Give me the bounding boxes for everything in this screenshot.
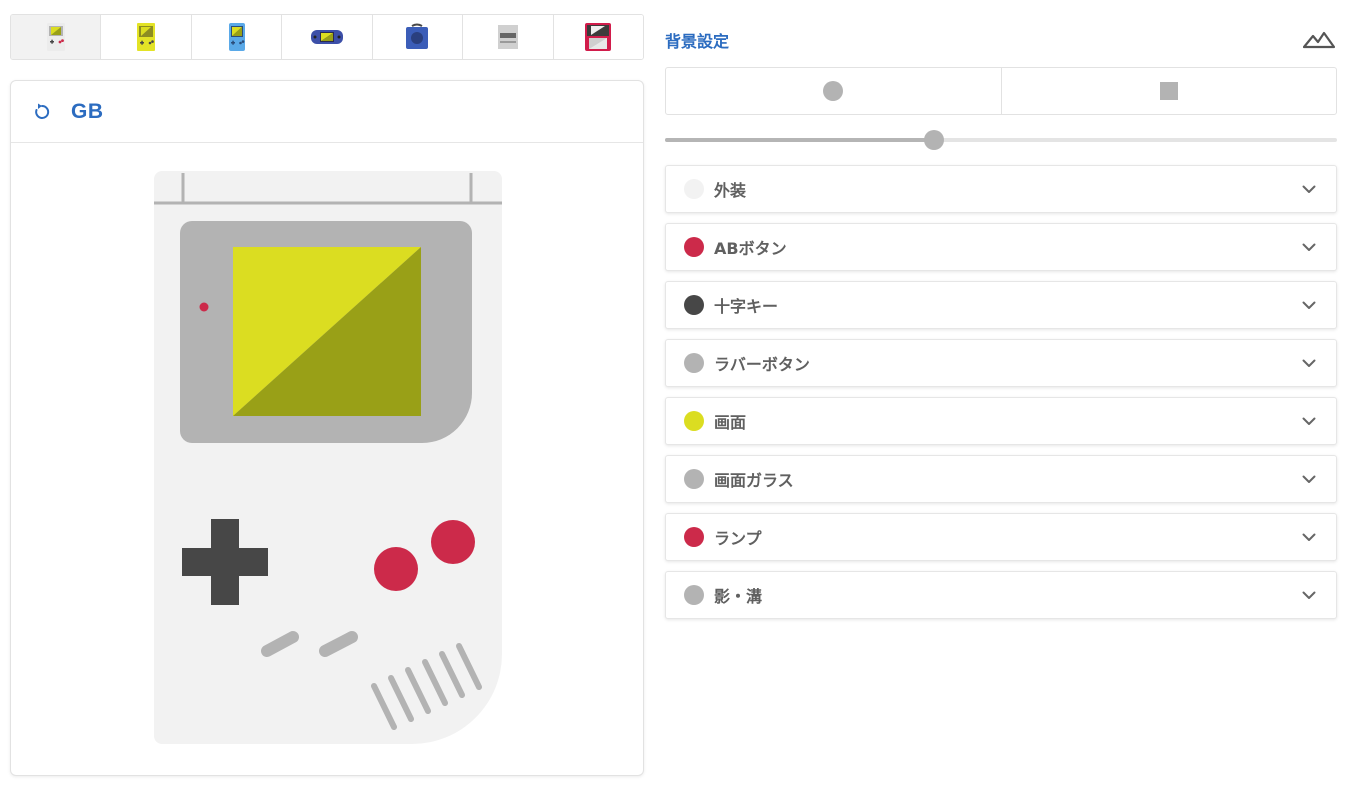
gb-b-button [374, 547, 418, 591]
part-label: ランプ [714, 529, 762, 548]
color-swatch [684, 295, 704, 315]
slider-thumb[interactable] [923, 130, 944, 150]
part-label: 十字キー [714, 297, 779, 316]
part-row[interactable]: ランプ [665, 513, 1337, 561]
tab-gba[interactable] [282, 15, 373, 59]
part-label: ラバーボタン [714, 355, 810, 374]
part-row[interactable]: ABボタン [665, 223, 1337, 271]
part-label: 画面ガラス [714, 471, 794, 490]
gb-color-icon [228, 23, 245, 51]
color-swatch [684, 353, 704, 373]
part-row[interactable]: 十字キー [665, 281, 1337, 329]
tab-sfc[interactable] [463, 15, 554, 59]
background-size-slider[interactable] [665, 130, 1337, 150]
color-swatch [684, 237, 704, 257]
square-icon [1159, 82, 1178, 100]
chevron-down-icon[interactable] [1300, 180, 1318, 198]
shape-circle-button[interactable] [666, 68, 1002, 114]
chevron-down-icon[interactable] [1300, 238, 1318, 256]
chevron-down-icon[interactable] [1300, 412, 1318, 430]
gamecube-icon [406, 23, 429, 49]
part-row[interactable]: 画面 [665, 397, 1337, 445]
color-swatch [684, 179, 704, 199]
part-label: 画面 [714, 413, 747, 432]
color-swatch [684, 585, 704, 605]
3ds-icon [585, 23, 612, 51]
slider-fill [665, 138, 934, 142]
part-label: ABボタン [714, 239, 787, 258]
background-shape-toggle [665, 67, 1337, 115]
part-row[interactable]: 影・溝 [665, 571, 1337, 619]
part-label: 影・溝 [714, 587, 763, 606]
color-swatch [684, 469, 704, 489]
color-swatch [684, 527, 704, 547]
background-settings-header: 背景設定 [665, 24, 1337, 56]
color-swatch [684, 411, 704, 431]
circle-icon [823, 81, 844, 101]
gb-a-button [431, 520, 475, 564]
chevron-down-icon[interactable] [1300, 528, 1318, 546]
gb-pocket-icon [137, 23, 156, 51]
chevron-down-icon[interactable] [1300, 296, 1318, 314]
device-tabs [10, 14, 644, 60]
preview-title: GB [71, 99, 104, 123]
preview-header: GB [11, 81, 643, 143]
tab-gb[interactable] [11, 15, 102, 59]
mountain-icon [1303, 31, 1335, 49]
gb-icon [46, 23, 65, 51]
background-image-button[interactable] [1301, 29, 1337, 51]
gba-icon [310, 30, 343, 44]
gameboy-preview [154, 171, 502, 751]
tab-gb-color[interactable] [191, 15, 283, 59]
part-label: 外装 [714, 181, 747, 200]
background-settings-title: 背景設定 [665, 32, 730, 51]
shape-square-button[interactable] [1002, 68, 1337, 114]
sfc-icon [497, 25, 518, 49]
gb-power-lamp [199, 302, 209, 312]
part-row[interactable]: 画面ガラス [665, 455, 1337, 503]
chevron-down-icon[interactable] [1300, 470, 1318, 488]
chevron-down-icon[interactable] [1300, 586, 1318, 604]
chevron-down-icon[interactable] [1300, 354, 1318, 372]
part-color-list: 外装 ABボタン十字キーラバーボタン 画面画面ガラスランプ影・溝 [665, 165, 1337, 629]
tab-gamecube[interactable] [372, 15, 464, 59]
tab-gb-pocket[interactable] [101, 15, 192, 59]
reset-icon [35, 103, 50, 119]
part-row[interactable]: 外装 [665, 165, 1337, 213]
part-row[interactable]: ラバーボタン [665, 339, 1337, 387]
preview-card: GB [10, 80, 644, 776]
tab-3ds[interactable] [553, 15, 643, 59]
reset-button[interactable] [31, 101, 53, 123]
